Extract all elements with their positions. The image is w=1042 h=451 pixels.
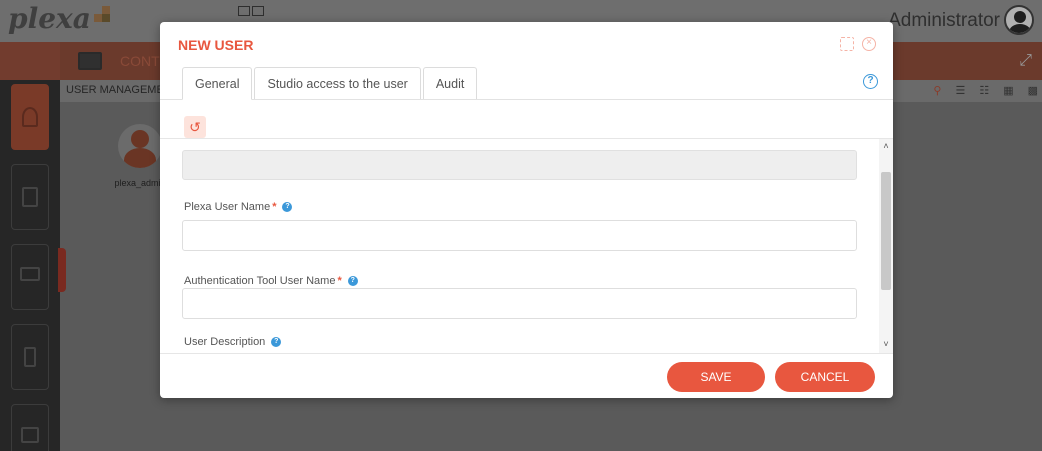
lock-icon	[22, 187, 38, 207]
scroll-down-icon[interactable]: ˅	[879, 339, 893, 351]
detail-view-icon[interactable]: ☷	[979, 84, 989, 97]
required-marker: *	[337, 275, 342, 287]
apps-grid-icon[interactable]	[238, 6, 264, 16]
reset-button[interactable]: ↺	[184, 116, 206, 138]
sidebar-toggle[interactable]	[58, 248, 66, 292]
scroll-up-icon[interactable]: ˄	[879, 141, 893, 153]
current-user-name[interactable]: Administrator	[888, 10, 1000, 32]
view-toolbar: ⚲ ☰ ☷ ▦ ▩	[933, 84, 1038, 97]
maximize-icon[interactable]	[840, 37, 854, 51]
plexa-user-name-label-text: Plexa User Name	[184, 201, 271, 213]
tab-general[interactable]: General	[182, 67, 253, 100]
plexa-user-name-label: Plexa User Name *?	[184, 201, 293, 213]
required-marker: *	[272, 201, 277, 213]
screen-icon	[20, 267, 40, 281]
help-icon[interactable]: ?	[863, 74, 878, 89]
user-avatar-icon[interactable]	[1004, 5, 1034, 35]
section-title: USER MANAGEME	[66, 84, 164, 96]
left-sidebar	[0, 80, 60, 451]
tabs-divider	[160, 99, 893, 100]
presentation-icon	[21, 427, 39, 443]
question-icon[interactable]: ?	[271, 337, 282, 348]
grid-view-icon[interactable]: ▩	[1028, 84, 1038, 97]
user-description-label: User Description?	[184, 336, 282, 348]
question-icon[interactable]: ?	[347, 276, 358, 287]
user-description-label-text: User Description	[184, 336, 266, 348]
search-icon[interactable]: ⚲	[933, 84, 941, 97]
sidebar-item-device[interactable]	[11, 324, 49, 390]
plexa-user-name-input[interactable]	[182, 220, 857, 251]
user-icon	[22, 107, 38, 127]
tile-view-icon[interactable]: ▦	[1003, 84, 1013, 97]
new-user-modal: NEW USER × General Studio access to the …	[160, 22, 893, 398]
save-button[interactable]: SAVE	[667, 362, 765, 392]
question-icon[interactable]: ?	[282, 202, 293, 213]
auth-tool-user-name-input[interactable]	[182, 288, 857, 319]
sidebar-item-presentation[interactable]	[11, 404, 49, 451]
menu-left-block	[0, 42, 60, 80]
device-icon	[24, 347, 36, 367]
logo-mark-icon	[94, 6, 112, 24]
form-scrollbar[interactable]: ˄ ˅	[879, 139, 893, 353]
menu-item-content[interactable]: CONT	[120, 53, 160, 69]
sidebar-item-monitor[interactable]	[11, 244, 49, 310]
reset-icon: ↺	[189, 119, 201, 135]
monitor-icon[interactable]	[78, 52, 102, 70]
user-avatar	[118, 124, 162, 168]
scroll-thumb[interactable]	[881, 172, 891, 290]
auth-tool-user-name-label-text: Authentication Tool User Name	[184, 275, 336, 287]
modal-tabs: General Studio access to the user Audit	[182, 67, 479, 100]
tab-studio-access[interactable]: Studio access to the user	[254, 67, 421, 100]
readonly-field	[182, 150, 857, 180]
footer-divider	[160, 353, 893, 354]
list-view-icon[interactable]: ☰	[955, 84, 965, 97]
sidebar-item-users[interactable]	[11, 84, 49, 150]
modal-title: NEW USER	[178, 37, 254, 53]
cancel-button[interactable]: CANCEL	[775, 362, 875, 392]
form-scroll-area: Plexa User Name *? Authentication Tool Us…	[160, 139, 893, 353]
sidebar-item-security[interactable]	[11, 164, 49, 230]
close-icon[interactable]: ×	[862, 37, 876, 51]
expand-icon[interactable]: ⤢	[1019, 52, 1032, 70]
plexa-logo: plexa	[8, 2, 91, 35]
auth-tool-user-name-label: Authentication Tool User Name *?	[184, 275, 358, 287]
tab-audit[interactable]: Audit	[422, 67, 478, 100]
